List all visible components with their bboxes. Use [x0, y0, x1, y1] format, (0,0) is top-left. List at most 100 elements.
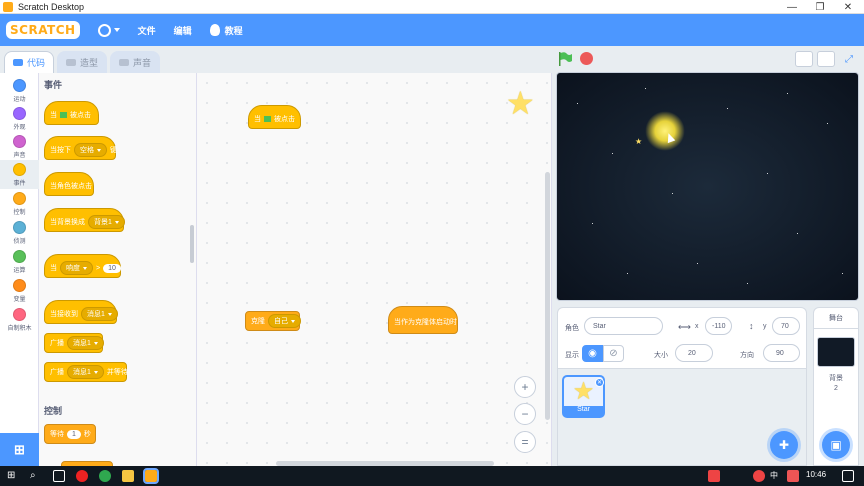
close-button[interactable]: ✕ — [836, 0, 860, 14]
block-when-receive[interactable]: 当接收到 消息1 — [44, 300, 118, 324]
clock: 10:46 — [806, 470, 827, 479]
normal-stage-button[interactable] — [817, 51, 835, 67]
block-when-key-pressed[interactable]: 当按下 空格 键 — [44, 136, 117, 160]
video-app-icon[interactable] — [76, 470, 88, 482]
clone-target-dropdown[interactable]: 自己 — [268, 314, 301, 328]
key-dropdown[interactable]: 空格 — [74, 143, 107, 157]
category-label: 运算 — [13, 268, 26, 274]
size-input[interactable]: 20 — [675, 344, 713, 362]
block-text: 当角色被点击 — [50, 183, 92, 190]
workspace-block-create-clone[interactable]: 克隆 自己 — [245, 311, 301, 331]
block-broadcast-and-wait[interactable]: 广播 消息1 并等待 — [44, 362, 128, 382]
category-variables[interactable]: 变量 — [0, 276, 39, 305]
category-motion[interactable]: 运动 — [0, 76, 39, 105]
backdrop-dropdown[interactable]: 背景1 — [88, 215, 125, 229]
tab-sounds-label: 声音 — [132, 57, 151, 68]
wait-seconds-input[interactable]: 1 — [67, 429, 81, 439]
show-visible-button[interactable]: ◉ — [582, 345, 603, 362]
scratch-taskbar-icon[interactable] — [143, 468, 159, 484]
stop-button[interactable] — [580, 52, 593, 65]
extension-icon: ⊞ — [14, 441, 25, 457]
tab-code-label: 代码 — [26, 58, 45, 68]
ime-indicator[interactable]: 中 — [770, 470, 778, 481]
sprite-name-input[interactable]: Star — [584, 317, 663, 335]
small-stage-button[interactable] — [795, 51, 813, 67]
backdrop-thumbnail[interactable] — [817, 337, 855, 367]
category-label: 侦测 — [13, 239, 26, 245]
fullscreen-button[interactable]: ⤢ — [840, 51, 858, 67]
loudness-value-input[interactable]: 10 — [103, 263, 121, 273]
y-label: y — [763, 323, 767, 330]
tab-costumes[interactable]: 造型 — [57, 51, 107, 73]
maximize-button[interactable]: ❐ — [808, 0, 832, 14]
block-broadcast[interactable]: 广播 消息1 — [44, 333, 104, 353]
workspace-vertical-scrollbar[interactable] — [545, 172, 550, 420]
direction-input[interactable]: 90 — [763, 344, 800, 362]
zoom-reset-button[interactable]: = — [514, 431, 536, 453]
choose-sprite-button[interactable]: ✚ — [770, 431, 798, 459]
choose-backdrop-button[interactable]: ▣ — [822, 431, 850, 459]
tutorials-menu[interactable]: 教程 — [209, 24, 243, 37]
stage[interactable]: ★ — [556, 72, 859, 301]
category-operators[interactable]: 运算 — [0, 247, 39, 276]
title-bar: Scratch Desktop — ❐ ✕ — [0, 0, 864, 14]
category-looks[interactable]: 外观 — [0, 104, 39, 133]
tab-sounds[interactable]: 声音 — [110, 51, 160, 73]
zoom-in-button[interactable]: + — [514, 376, 536, 398]
tab-code[interactable]: 代码 — [4, 51, 54, 73]
y-position-input[interactable]: 70 — [772, 317, 800, 335]
browser-icon[interactable] — [99, 470, 111, 482]
section-events-title: 事件 — [44, 80, 63, 90]
palette-scrollbar[interactable] — [190, 225, 194, 263]
backdrops-count: 2 — [834, 385, 838, 392]
block-when-backdrop-switches[interactable]: 当背景换成 背景1 — [44, 208, 125, 232]
block-when-loudness[interactable]: 当 响度 > 10 — [44, 254, 121, 278]
search-icon[interactable]: ⌕ — [30, 470, 36, 481]
add-extension-button[interactable]: ⊞ — [0, 433, 39, 466]
notification-icon[interactable] — [842, 470, 854, 482]
zoom-out-button[interactable]: − — [514, 403, 536, 425]
message-dropdown[interactable]: 消息1 — [81, 307, 118, 321]
task-view-icon[interactable] — [53, 470, 65, 482]
delete-sprite-button[interactable]: ✕ — [595, 378, 604, 387]
message-dropdown[interactable]: 消息1 — [67, 336, 104, 350]
block-when-sprite-clicked[interactable]: 当角色被点击 — [44, 172, 94, 196]
code-workspace[interactable] — [197, 73, 552, 466]
x-label: x — [695, 323, 699, 330]
block-text: 克隆 — [251, 318, 265, 325]
file-explorer-icon[interactable] — [122, 470, 134, 482]
block-text: 并等待 — [106, 369, 128, 376]
block-when-flag-clicked[interactable]: 当 被点击 — [44, 101, 99, 125]
show-hidden-button[interactable]: ⊘ — [603, 345, 624, 362]
minimize-button[interactable]: — — [780, 0, 804, 14]
glowing-star-sprite[interactable] — [645, 111, 685, 151]
sensing-dot-icon — [13, 221, 26, 234]
category-my-blocks[interactable]: 自制积木 — [0, 305, 39, 334]
block-wait[interactable]: 等待 1 秒 — [44, 424, 96, 444]
small-star-sprite[interactable]: ★ — [635, 137, 642, 146]
tray-icon-1[interactable] — [708, 470, 720, 482]
tray-icon-2[interactable] — [753, 470, 765, 482]
message-dropdown[interactable]: 消息1 — [67, 365, 104, 379]
control-dot-icon — [13, 192, 26, 205]
green-flag-button[interactable] — [557, 51, 573, 67]
workspace-block-when-flag-clicked[interactable]: 当 被点击 — [248, 105, 301, 129]
block-text: 当背景换成 — [50, 219, 85, 226]
events-dot-icon — [13, 163, 26, 176]
current-sprite-star-icon: ★ — [506, 85, 535, 121]
category-sound[interactable]: 声音 — [0, 132, 39, 161]
loudness-dropdown[interactable]: 响度 — [60, 261, 93, 275]
windows-start-icon[interactable]: ⊞ — [7, 470, 15, 481]
globe-icon — [97, 23, 111, 37]
language-menu[interactable] — [97, 23, 120, 37]
file-menu[interactable]: 文件 — [138, 24, 156, 37]
category-control[interactable]: 控制 — [0, 189, 39, 218]
scratch-logo[interactable]: SCRATCH — [6, 21, 80, 39]
sogou-ime-icon[interactable] — [787, 470, 799, 482]
category-sensing[interactable]: 侦测 — [0, 218, 39, 247]
category-events[interactable]: 事件 — [0, 160, 39, 189]
show-label: 显示 — [565, 352, 579, 359]
x-position-input[interactable]: -110 — [705, 317, 732, 335]
workspace-block-when-start-as-clone[interactable]: 当作为克隆体启动时 — [388, 306, 458, 334]
edit-menu[interactable]: 编辑 — [174, 24, 192, 37]
